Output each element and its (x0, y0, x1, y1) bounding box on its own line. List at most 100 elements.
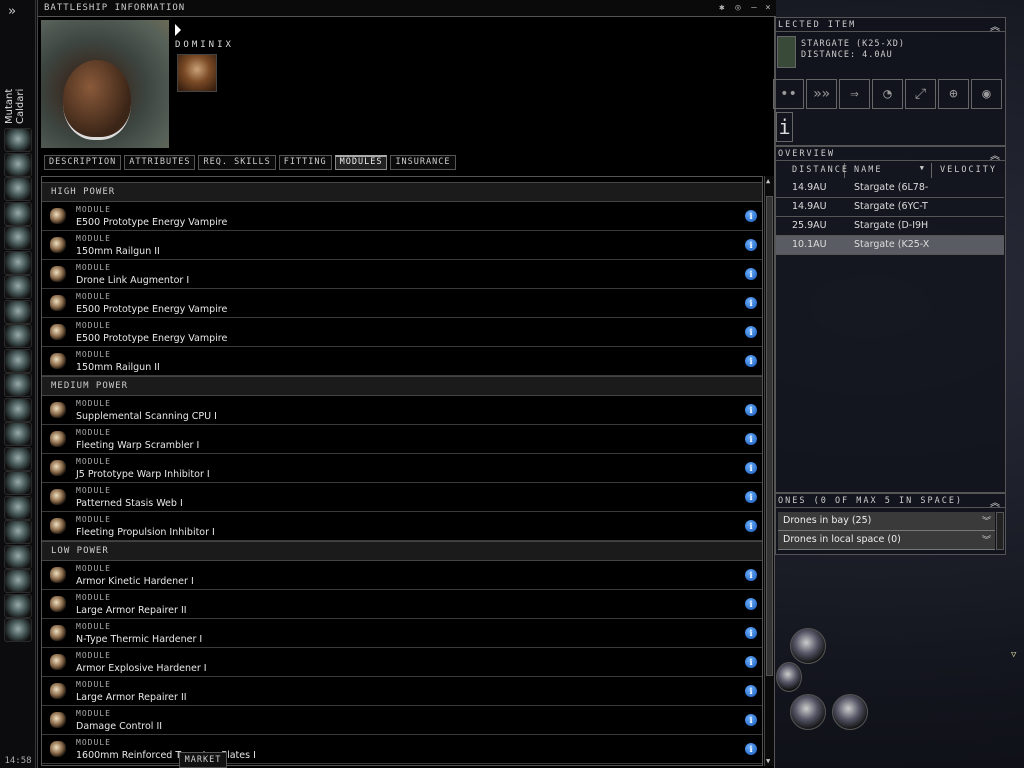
neocom-button-icon[interactable] (4, 226, 32, 250)
info-icon[interactable]: i (745, 210, 757, 222)
info-icon[interactable]: i (745, 268, 757, 280)
pilot-portrait[interactable] (177, 54, 217, 92)
info-icon[interactable]: i (745, 520, 757, 532)
approach-icon[interactable]: •• (773, 79, 804, 109)
neocom-button-icon[interactable] (4, 373, 32, 397)
neocom-button-icon[interactable] (4, 275, 32, 299)
overview-row[interactable]: 14.9AU Stargate (6L78- (776, 179, 1004, 198)
drones-scrollbar[interactable] (996, 512, 1004, 550)
info-icon[interactable]: i (745, 627, 757, 639)
neocom-button-icon[interactable] (4, 177, 32, 201)
list-item[interactable]: MODULE 1600mm Reinforced Tungsten Plates … (42, 735, 762, 764)
tab-insurance[interactable]: INSURANCE (390, 155, 456, 170)
info-icon[interactable]: i (745, 491, 757, 503)
column-distance[interactable]: DISTANCE (787, 163, 847, 178)
list-item[interactable]: MODULE E500 Prototype Energy Vampire i (42, 318, 762, 347)
neocom-button-icon[interactable] (4, 348, 32, 373)
navigation-marker-icon[interactable]: ▽ (1011, 650, 1016, 660)
list-item[interactable]: MODULE 150mm Railgun II i (42, 231, 762, 260)
neocom-button-icon[interactable] (4, 471, 32, 495)
info-icon[interactable]: i (745, 598, 757, 610)
list-item[interactable]: MODULE 150mm Railgun II i (42, 347, 762, 376)
drone-control-icon[interactable] (790, 694, 826, 730)
minimize-icon[interactable]: – (748, 3, 760, 14)
expand-icon[interactable]: ︾ (982, 514, 991, 527)
orbit-icon[interactable]: ◔ (872, 79, 903, 109)
neocom-button-icon[interactable] (4, 152, 32, 177)
neocom-button-icon[interactable] (4, 495, 32, 520)
info-icon[interactable]: i (745, 404, 757, 416)
collapse-icon[interactable]: ︽ (990, 494, 1002, 509)
list-item[interactable]: MODULE Supplemental Scanning CPU I i (42, 396, 762, 425)
pin-icon[interactable]: ✱ (716, 3, 728, 14)
list-item[interactable]: MODULE Patterned Stasis Web I i (42, 483, 762, 512)
info-icon[interactable]: i (745, 714, 757, 726)
drone-control-icon[interactable] (832, 694, 868, 730)
neocom-button-icon[interactable] (4, 397, 32, 422)
list-item[interactable]: MODULE Drone Link Augmentor I i (42, 260, 762, 289)
neocom-button-icon[interactable] (4, 324, 32, 348)
list-item[interactable]: MODULE Fleeting Propulsion Inhibitor I i (42, 512, 762, 541)
column-name[interactable]: NAME ▼ (849, 163, 932, 178)
list-item[interactable]: MODULE Damage Control II i (42, 706, 762, 735)
collapse-icon[interactable]: ︽ (990, 18, 1002, 33)
neocom-button-icon[interactable] (4, 520, 32, 544)
settings-icon[interactable]: ◎ (732, 3, 744, 14)
info-icon[interactable]: i (745, 569, 757, 581)
tab-attributes[interactable]: ATTRIBUTES (124, 155, 196, 170)
expand-icon[interactable]: ︾ (982, 533, 991, 546)
scroll-down-icon[interactable]: ▼ (766, 757, 770, 765)
tab-req-skills[interactable]: REQ. SKILLS (198, 155, 276, 170)
neocom-button-icon[interactable] (4, 569, 32, 593)
scrollbar[interactable]: ▲ ▼ (764, 176, 774, 766)
target-icon[interactable]: ⊕ (938, 79, 969, 109)
expand-icon[interactable]: » (8, 4, 16, 19)
drone-control-icon[interactable] (790, 628, 826, 664)
menu-arrow-icon[interactable] (175, 24, 181, 36)
tab-fitting[interactable]: FITTING (278, 155, 332, 170)
drone-control-icon[interactable] (776, 662, 802, 692)
tab-modules[interactable]: MODULES (334, 155, 388, 170)
neocom-button-icon[interactable] (4, 128, 32, 152)
stargate-thumbnail[interactable] (777, 36, 796, 68)
list-item[interactable]: MODULE E500 Prototype Energy Vampire i (42, 202, 762, 231)
overview-row[interactable]: 14.9AU Stargate (6YC-T (776, 198, 1004, 217)
info-icon[interactable]: i (745, 297, 757, 309)
info-icon[interactable]: i (745, 462, 757, 474)
info-icon[interactable]: i (745, 433, 757, 445)
neocom-button-icon[interactable] (4, 446, 32, 471)
list-item[interactable]: MODULE J5 Prototype Warp Inhibitor I i (42, 454, 762, 483)
neocom-button-icon[interactable] (4, 544, 32, 569)
info-icon[interactable]: i (745, 355, 757, 367)
overview-row[interactable]: 10.1AU Stargate (K25-X (776, 236, 1004, 255)
neocom-button-icon[interactable] (4, 618, 32, 642)
drones-in-space[interactable]: Drones in local space (0) ︾ (778, 531, 995, 550)
neocom-button-icon[interactable] (4, 250, 32, 275)
neocom-button-icon[interactable] (4, 593, 32, 618)
scroll-up-icon[interactable]: ▲ (766, 177, 770, 185)
info-icon[interactable]: i (745, 239, 757, 251)
list-item[interactable]: MODULE N-Type Thermic Hardener I i (42, 619, 762, 648)
info-icon[interactable]: i (745, 743, 757, 755)
keep-range-icon[interactable]: ⤢ (905, 79, 936, 109)
collapse-icon[interactable]: ︽ (990, 147, 1002, 162)
scroll-thumb[interactable] (766, 196, 773, 676)
info-icon[interactable]: i (776, 112, 793, 142)
look-at-icon[interactable]: ◉ (971, 79, 1002, 109)
tab-description[interactable]: DESCRIPTION (44, 155, 122, 170)
drones-in-bay[interactable]: Drones in bay (25) ︾ (778, 512, 995, 531)
neocom-button-icon[interactable] (4, 422, 32, 446)
neocom-button-icon[interactable] (4, 299, 32, 324)
neocom-button-icon[interactable] (4, 201, 32, 226)
list-item[interactable]: MODULE Armor Explosive Hardener I i (42, 648, 762, 677)
list-item[interactable]: MODULE Large Armor Repairer II i (42, 677, 762, 706)
info-icon[interactable]: i (745, 656, 757, 668)
list-item[interactable]: MODULE Large Armor Repairer II i (42, 590, 762, 619)
close-icon[interactable]: × (762, 3, 774, 14)
character-name[interactable]: Mutant Caldari (4, 60, 26, 124)
list-item[interactable]: MODULE Armor Kinetic Hardener I i (42, 561, 762, 590)
jump-icon[interactable]: ⇒ (839, 79, 870, 109)
column-velocity[interactable]: VELOCITY (935, 163, 1003, 178)
list-item[interactable]: MODULE E500 Prototype Energy Vampire i (42, 289, 762, 318)
overview-row[interactable]: 25.9AU Stargate (D-I9H (776, 217, 1004, 236)
